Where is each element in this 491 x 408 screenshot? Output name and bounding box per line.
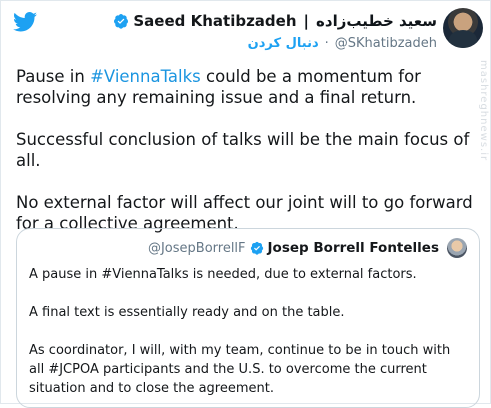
quoted-handle[interactable]: @JosepBorrellF bbox=[148, 241, 246, 256]
author-handle[interactable]: @SKhatibzadeh bbox=[335, 36, 437, 51]
name-separator: | bbox=[303, 12, 310, 30]
follow-button[interactable]: دنبال کردن bbox=[248, 36, 319, 51]
verified-badge-icon bbox=[250, 241, 263, 255]
handle-dot: · bbox=[324, 35, 329, 51]
tweet-text-segment: Pause in bbox=[16, 67, 91, 86]
quoted-author-name[interactable]: Josep Borrell Fontelles bbox=[268, 240, 439, 256]
watermark: mashreghnews.ir bbox=[478, 60, 489, 162]
avatar[interactable] bbox=[443, 8, 483, 48]
quoted-tweet[interactable]: @JosepBorrellF Josep Borrell Fontelles A… bbox=[16, 228, 480, 408]
quoted-text: A pause in #ViennaTalks is needed, due t… bbox=[29, 265, 469, 407]
quoted-paragraph: A pause in #ViennaTalks is needed, due t… bbox=[29, 267, 417, 282]
author-name[interactable]: Saeed Khatibzadeh bbox=[133, 12, 296, 30]
tweet-paragraph: Successful conclusion of talks will be t… bbox=[16, 130, 470, 170]
quoted-paragraph: As coordinator, I will, with my team, co… bbox=[29, 343, 451, 396]
avatar-shoulders bbox=[449, 30, 477, 48]
twitter-bird-icon[interactable] bbox=[13, 12, 37, 32]
tweet-text: Pause in #ViennaTalks could be a momentu… bbox=[16, 66, 482, 255]
quoted-avatar[interactable] bbox=[447, 238, 467, 258]
quoted-paragraph: A final text is essentially ready and on… bbox=[29, 305, 345, 320]
verified-badge-icon bbox=[114, 14, 129, 29]
author-name-persian[interactable]: سعید خطیب‌زاده bbox=[316, 12, 437, 30]
quoted-header: @JosepBorrellF Josep Borrell Fontelles bbox=[148, 238, 467, 258]
tweet-paragraph: Pause in #ViennaTalks could be a momentu… bbox=[16, 66, 482, 108]
tweet-author[interactable]: Saeed Khatibzadeh | سعید خطیب‌زاده دنبال… bbox=[113, 10, 437, 54]
hashtag-link[interactable]: #ViennaTalks bbox=[90, 67, 201, 86]
